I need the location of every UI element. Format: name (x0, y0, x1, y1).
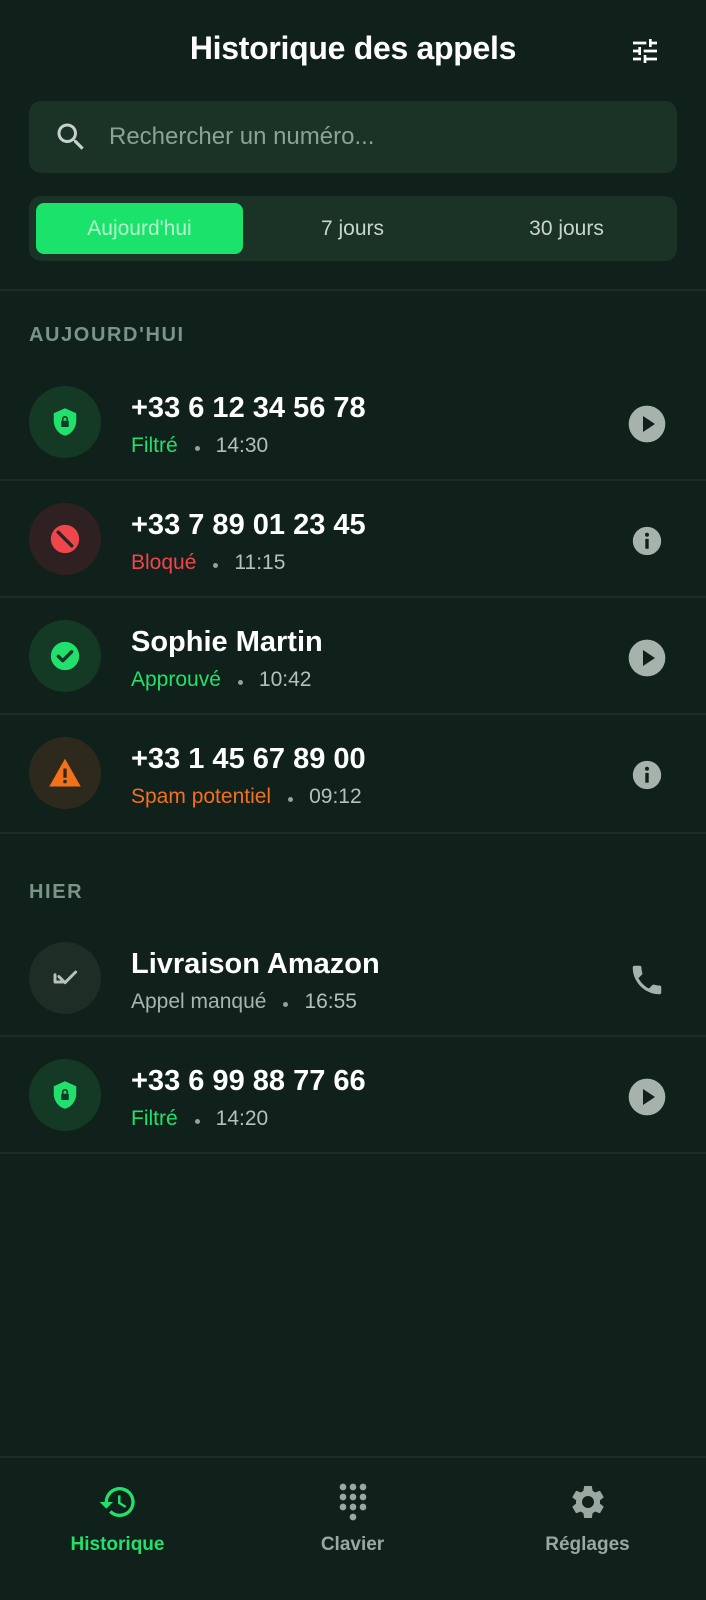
call-status: Bloqué (131, 551, 197, 574)
play-recording-button[interactable] (627, 404, 667, 444)
call-meta: Appel manqué 16:55 (131, 990, 357, 1014)
play-icon (628, 639, 666, 677)
shield-lock-icon (53, 1081, 77, 1109)
nav-item-settings[interactable]: Réglages (470, 1458, 705, 1600)
call-avatar (29, 386, 101, 458)
info-button[interactable] (627, 521, 667, 561)
call-avatar (29, 503, 101, 575)
warning-icon (49, 758, 81, 787)
search-input[interactable] (109, 115, 649, 159)
call-row[interactable]: +33 1 45 67 89 00 Spam potentiel 09:12 (0, 715, 706, 831)
tab-7-days[interactable]: 7 jours (249, 203, 456, 254)
nav-label: Réglages (545, 1534, 630, 1555)
separator-dot (237, 679, 243, 685)
separator-dot (213, 562, 219, 568)
divider (0, 289, 706, 291)
call-avatar (29, 737, 101, 809)
call-time: 16:55 (304, 990, 357, 1013)
separator-dot (194, 445, 200, 451)
separator-dot (283, 1001, 289, 1007)
shield-lock-icon (53, 408, 77, 436)
info-icon (632, 526, 662, 556)
tab-30-days[interactable]: 30 jours (463, 203, 670, 254)
call-row[interactable]: +33 7 89 01 23 45 Bloqué 11:15 (0, 481, 706, 597)
tab-today[interactable]: Aujourd'hui (36, 203, 243, 254)
call-status: Filtré (131, 434, 178, 457)
divider (0, 1152, 706, 1154)
search-bar[interactable] (29, 101, 677, 173)
nav-item-dialpad[interactable]: Clavier (235, 1458, 470, 1600)
call-title: +33 7 89 01 23 45 (131, 509, 366, 541)
play-recording-button[interactable] (627, 1077, 667, 1117)
settings-icon (572, 1486, 604, 1518)
call-meta: Filtré 14:30 (131, 434, 268, 458)
call-time: 11:15 (234, 551, 286, 574)
call-title: +33 1 45 67 89 00 (131, 743, 366, 775)
missed-call-icon (53, 970, 78, 985)
section-header-yesterday: HIER (29, 881, 84, 903)
info-icon (632, 760, 662, 790)
call-meta: Approuvé 10:42 (131, 668, 311, 692)
call-title: Sophie Martin (131, 626, 323, 658)
call-time: 14:20 (215, 1107, 269, 1130)
call-row[interactable]: Sophie Martin Approuvé 10:42 (0, 598, 706, 714)
play-icon (628, 1078, 666, 1116)
call-time: 10:42 (258, 668, 312, 691)
period-tabs: Aujourd'hui 7 jours 30 jours (29, 196, 677, 261)
history-icon (99, 1487, 135, 1517)
block-icon (50, 524, 80, 554)
page-title: Historique des appels (189, 30, 517, 66)
call-avatar (29, 942, 101, 1014)
section-header-today: AUJOURD'HUI (29, 324, 185, 346)
play-icon (628, 405, 666, 443)
call-status: Approuvé (131, 668, 221, 691)
call-time: 14:30 (215, 434, 269, 457)
bottom-navigation: Historique Clavier Réglages (0, 1456, 706, 1600)
tune-icon (633, 39, 657, 63)
call-avatar (29, 620, 101, 692)
phone-icon (632, 965, 662, 995)
nav-label: Historique (70, 1534, 165, 1555)
info-button[interactable] (627, 755, 667, 795)
call-meta: Spam potentiel 09:12 (131, 785, 362, 809)
call-avatar (29, 1059, 101, 1131)
nav-item-history[interactable]: Historique (0, 1458, 235, 1600)
divider (0, 832, 706, 834)
play-recording-button[interactable] (627, 638, 667, 678)
call-row[interactable]: Livraison Amazon Appel manqué 16:55 (0, 920, 706, 1036)
search-icon (57, 123, 84, 150)
call-meta: Bloqué 11:15 (131, 551, 285, 575)
call-status: Filtré (131, 1107, 178, 1130)
app-header: Historique des appels (0, 0, 706, 100)
call-time: 09:12 (309, 785, 362, 808)
call-title: Livraison Amazon (131, 948, 380, 980)
call-status: Spam potentiel (131, 785, 272, 808)
call-row[interactable]: +33 6 12 34 56 78 Filtré 14:30 (0, 364, 706, 480)
filter-button[interactable] (627, 33, 663, 69)
call-status: Appel manqué (131, 990, 267, 1013)
separator-dot (194, 1118, 200, 1124)
call-row[interactable]: +33 6 99 88 77 66 Filtré 14:20 (0, 1037, 706, 1153)
separator-dot (288, 796, 294, 802)
call-meta: Filtré 14:20 (131, 1107, 268, 1131)
check-circle-icon (50, 641, 80, 671)
dialpad-icon (339, 1483, 367, 1521)
call-title: +33 6 12 34 56 78 (131, 392, 366, 424)
nav-label: Clavier (320, 1534, 385, 1555)
call-back-button[interactable] (627, 960, 667, 1000)
call-title: +33 6 99 88 77 66 (131, 1065, 366, 1097)
